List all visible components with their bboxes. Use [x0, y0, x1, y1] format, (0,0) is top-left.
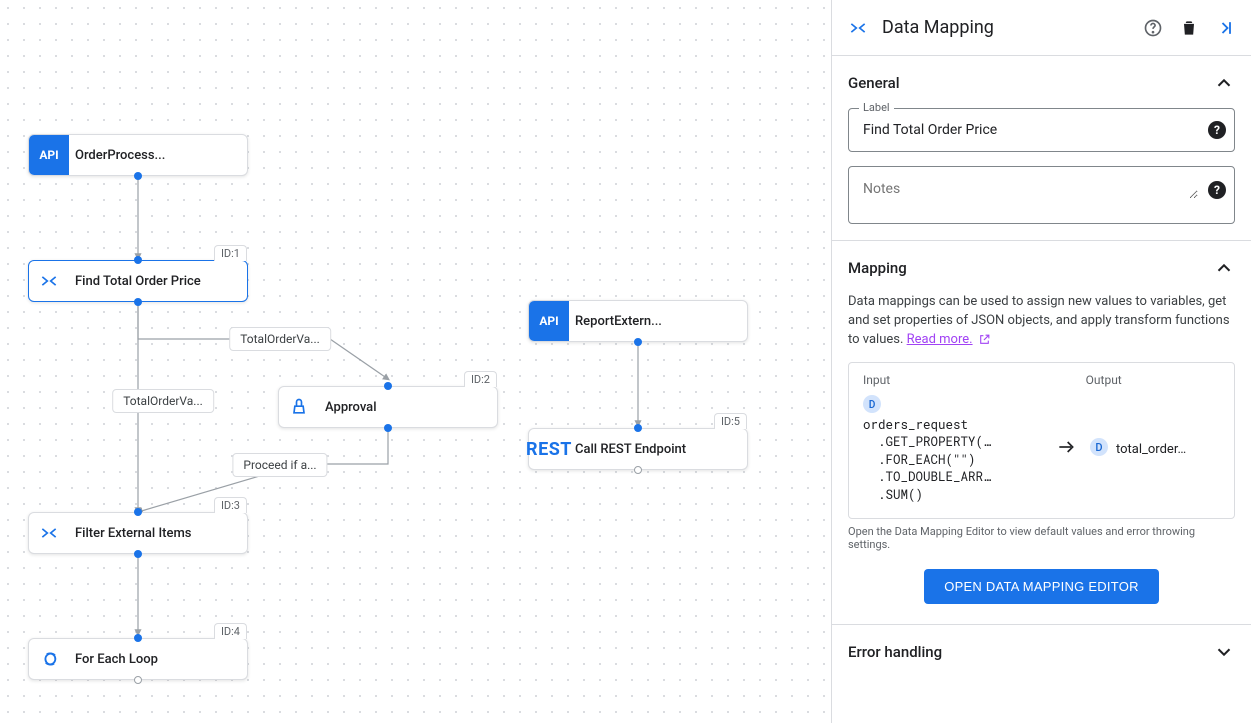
api-trigger-icon: API: [529, 301, 569, 341]
node-port-out[interactable]: [634, 466, 642, 474]
section-title-general: General: [848, 74, 1213, 92]
external-link-icon: [978, 333, 991, 346]
chevron-up-icon[interactable]: [1213, 72, 1235, 94]
node-port-out[interactable]: [384, 424, 392, 432]
trigger-label: ReportExtern...: [569, 301, 747, 341]
node-port-in[interactable]: [134, 256, 142, 264]
label-input[interactable]: [861, 121, 1198, 139]
chevron-up-icon[interactable]: [1213, 257, 1235, 279]
task-id-tag: ID:1: [214, 245, 247, 261]
flow-canvas[interactable]: TotalOrderVa... TotalOrderVa... Proceed …: [0, 0, 831, 723]
datatype-chip: D: [1090, 438, 1108, 456]
task-id-tag: ID:2: [464, 371, 497, 387]
help-badge-icon[interactable]: ?: [1208, 121, 1226, 139]
task-filter-external-items[interactable]: ID:3 Filter External Items: [28, 512, 248, 554]
rest-icon: REST: [529, 429, 569, 469]
open-data-mapping-editor-button[interactable]: OPEN DATA MAPPING EDITOR: [924, 569, 1159, 604]
node-port-out[interactable]: [634, 338, 642, 346]
help-icon[interactable]: [1143, 18, 1163, 38]
task-label: Filter External Items: [69, 513, 247, 553]
edge-label-total-order-1[interactable]: TotalOrderVa...: [229, 327, 331, 351]
section-title-error-handling: Error handling: [848, 643, 1213, 661]
node-port-out[interactable]: [134, 676, 142, 684]
mapping-input-header: Input: [863, 373, 1038, 387]
mapping-input-expression: Dorders_request .GET_PROPERTY(… .FOR_EAC…: [863, 395, 1042, 505]
data-mapping-icon: [29, 513, 69, 553]
node-port-in[interactable]: [134, 634, 142, 642]
edge-label-proceed[interactable]: Proceed if a...: [232, 453, 327, 477]
section-title-mapping: Mapping: [848, 259, 1213, 277]
section-error-handling[interactable]: Error handling: [832, 625, 1251, 679]
notes-textarea[interactable]: [861, 179, 1198, 199]
mapping-description: Data mappings can be used to assign new …: [848, 293, 1235, 350]
section-general: General Label ? ?: [832, 56, 1251, 241]
notes-field[interactable]: ?: [848, 166, 1235, 224]
node-port-in[interactable]: [634, 424, 642, 432]
properties-sidebar: Data Mapping General Label: [831, 0, 1251, 723]
edge-label-total-order-2[interactable]: TotalOrderVa...: [112, 389, 214, 413]
task-id-tag: ID:4: [214, 623, 247, 639]
data-mapping-icon: [29, 261, 69, 301]
edges-layer: [0, 0, 831, 723]
mapping-card[interactable]: Input Output Dorders_request .GET_PROPER…: [848, 362, 1235, 520]
task-label: Approval: [319, 387, 497, 427]
trigger-label: OrderProcess...: [69, 135, 247, 175]
section-mapping: Mapping Data mappings can be used to ass…: [832, 241, 1251, 625]
arrow-right-icon: [1042, 437, 1090, 462]
task-label: For Each Loop: [69, 639, 247, 679]
task-id-tag: ID:3: [214, 497, 247, 513]
help-badge-icon[interactable]: ?: [1208, 181, 1226, 199]
mapping-output-var: D total_order…: [1090, 438, 1220, 460]
read-more-link[interactable]: Read more.: [907, 332, 973, 347]
node-port-out[interactable]: [134, 172, 142, 180]
collapse-panel-icon[interactable]: [1215, 18, 1235, 38]
trigger-order-process[interactable]: API OrderProcess...: [28, 134, 248, 176]
label-field[interactable]: Label ?: [848, 108, 1235, 152]
sidebar-header: Data Mapping: [832, 0, 1251, 56]
mapping-output-header: Output: [1086, 373, 1220, 387]
approval-icon: [279, 387, 319, 427]
task-approval[interactable]: ID:2 Approval: [278, 386, 498, 428]
api-trigger-icon: API: [29, 135, 69, 175]
task-for-each-loop[interactable]: ID:4 For Each Loop: [28, 638, 248, 680]
node-port-in[interactable]: [384, 382, 392, 390]
node-port-out[interactable]: [134, 550, 142, 558]
node-port-in[interactable]: [134, 508, 142, 516]
task-label: Find Total Order Price: [69, 261, 247, 301]
label-floating: Label: [859, 101, 894, 114]
mapping-hint: Open the Data Mapping Editor to view def…: [848, 525, 1235, 551]
node-port-out[interactable]: [134, 298, 142, 306]
task-label: Call REST Endpoint: [569, 429, 747, 469]
loop-icon: [29, 639, 69, 679]
trigger-report-extern[interactable]: API ReportExtern...: [528, 300, 748, 342]
task-id-tag: ID:5: [714, 413, 747, 429]
task-call-rest-endpoint[interactable]: ID:5 REST Call REST Endpoint: [528, 428, 748, 470]
chevron-down-icon[interactable]: [1213, 641, 1235, 663]
task-find-total-order-price[interactable]: ID:1 Find Total Order Price: [28, 260, 248, 302]
delete-icon[interactable]: [1179, 18, 1199, 38]
data-mapping-icon: [848, 18, 868, 38]
sidebar-title: Data Mapping: [882, 17, 1127, 38]
